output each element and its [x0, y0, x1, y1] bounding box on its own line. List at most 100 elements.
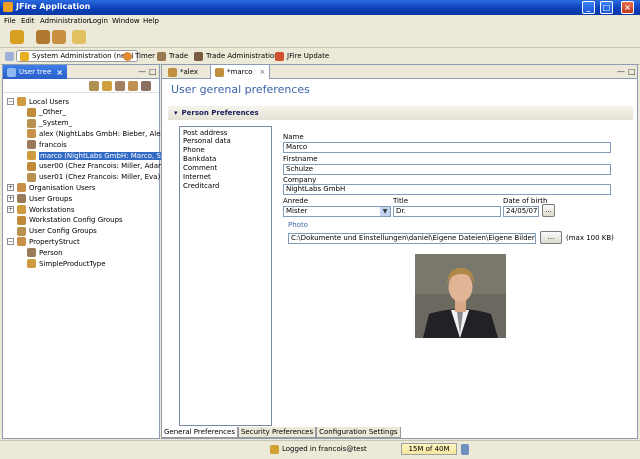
expand-icon[interactable]: +: [7, 206, 14, 213]
category-item[interactable]: Comment: [183, 164, 217, 172]
tree-item[interactable]: − Local Users: [7, 96, 69, 107]
collapse-icon[interactable]: −: [7, 98, 14, 105]
collapse-icon[interactable]: −: [7, 238, 14, 246]
memory-indicator: 15M of 40M: [401, 443, 457, 455]
maximize-view-icon[interactable]: □: [149, 67, 157, 76]
maximize-button[interactable]: □: [600, 1, 613, 14]
config-icon-2[interactable]: [52, 30, 66, 44]
tab-configuration-settings[interactable]: Configuration Settings: [316, 427, 401, 438]
tree-item[interactable]: alex (NightLabs GmbH: Bieber, Alex): [27, 128, 167, 139]
tree-item[interactable]: − PropertyStruct: [7, 236, 80, 247]
tab-alex[interactable]: *alex: [164, 65, 202, 79]
category-item[interactable]: Creditcard: [183, 182, 219, 190]
close-button[interactable]: ×: [621, 1, 634, 14]
tree-item-label: Organisation Users: [29, 183, 96, 192]
dob-picker-button[interactable]: ...: [542, 204, 555, 217]
photo-browse-button[interactable]: ...: [540, 231, 562, 244]
chevron-down-icon[interactable]: ▼: [380, 207, 390, 216]
main-toolbar: [0, 28, 640, 48]
tab-general-preferences[interactable]: General Preferences: [161, 427, 238, 438]
perspective-jfire-update[interactable]: JFire Update: [275, 50, 329, 62]
tree-item[interactable]: + User Groups: [7, 193, 72, 204]
firstname-field[interactable]: Schulze: [283, 164, 611, 175]
user-icon: [27, 161, 36, 171]
expand-icon[interactable]: +: [7, 184, 14, 192]
user-tree-toolbar: [3, 79, 159, 93]
tree-item[interactable]: + Organisation Users: [7, 182, 96, 193]
perspective-timer[interactable]: Timer: [123, 50, 155, 62]
tab-security-preferences[interactable]: Security Preferences: [237, 427, 317, 438]
anrede-select[interactable]: Mister ▼: [283, 206, 391, 217]
tree-item[interactable]: francois: [27, 139, 67, 150]
refresh-icon[interactable]: [72, 30, 86, 44]
photo-label: Photo: [288, 221, 308, 229]
open-perspective-icon[interactable]: [5, 52, 14, 61]
login-lock-icon[interactable]: [10, 30, 24, 44]
photo-size-note: (max 100 KB): [566, 234, 614, 242]
user-icon: [27, 140, 36, 150]
tree-item-label: user01 (Chez Francois: Miller, Eva): [39, 173, 161, 182]
tree-item[interactable]: _System_: [27, 118, 72, 129]
close-icon[interactable]: ×: [56, 68, 63, 77]
dob-field[interactable]: 24/05/07: [503, 206, 539, 217]
perspective-trade[interactable]: Trade: [157, 50, 188, 62]
add-user-icon[interactable]: [89, 81, 99, 91]
title-field[interactable]: Dr.: [393, 206, 501, 217]
add-group-icon[interactable]: [102, 81, 112, 91]
section-person-preferences[interactable]: ▾ Person Preferences: [168, 106, 633, 120]
tree-item[interactable]: Workstation Config Groups: [7, 215, 123, 226]
category-item[interactable]: Post address: [183, 129, 227, 137]
company-field[interactable]: NightLabs GmbH: [283, 184, 611, 195]
name-field[interactable]: Marco: [283, 142, 611, 153]
config-icon-1[interactable]: [36, 30, 50, 44]
refresh-tree-icon[interactable]: [141, 81, 151, 91]
minimize-view-icon[interactable]: —: [138, 67, 146, 76]
tree-item[interactable]: Person: [27, 247, 63, 258]
tree-item[interactable]: marco (NightLabs GmbH: Marco, Schulz: [27, 150, 181, 161]
user-icon: [27, 151, 36, 160]
perspective-system-administration[interactable]: System Administration (new): [16, 50, 138, 62]
tree-item-label: SimpleProductType: [39, 259, 106, 268]
company-label: Company: [283, 176, 317, 184]
photo-path-field[interactable]: C:\Dokumente und Einstellungen\daniel\Ei…: [288, 233, 536, 244]
clock-icon: [123, 51, 132, 61]
menu-help[interactable]: Help: [143, 17, 159, 25]
user-icon: [17, 194, 26, 204]
category-item[interactable]: Bankdata: [183, 155, 216, 163]
remove-icon[interactable]: [128, 81, 138, 91]
user-icon: [17, 226, 26, 236]
category-item[interactable]: Internet: [183, 173, 211, 181]
menu-administration[interactable]: Administration: [40, 17, 91, 25]
tab-marco[interactable]: *marco ×: [210, 65, 271, 79]
window-title: JFire Application: [16, 2, 91, 11]
tree-item[interactable]: user01 (Chez Francois: Miller, Eva): [27, 172, 160, 183]
category-list[interactable]: Post address Personal data Phone Bankdat…: [179, 126, 272, 426]
app-icon: [3, 2, 13, 12]
menu-bar: File Edit Administration Login Window He…: [0, 15, 640, 28]
maximize-view-icon[interactable]: □: [628, 67, 636, 76]
menu-login[interactable]: Login: [89, 17, 108, 25]
menu-window[interactable]: Window: [112, 17, 140, 25]
tree-item[interactable]: SimpleProductType: [27, 258, 106, 269]
tree-item[interactable]: User Config Groups: [7, 226, 97, 237]
perspective-trade-administration[interactable]: Trade Administration: [194, 50, 279, 62]
tree-item[interactable]: + Workstations: [7, 204, 74, 215]
tree-item-label: alex (NightLabs GmbH: Bieber, Alex): [39, 129, 168, 138]
expand-icon[interactable]: +: [7, 195, 14, 203]
category-item[interactable]: Personal data: [183, 137, 231, 145]
edit-icon[interactable]: [115, 81, 125, 91]
close-icon[interactable]: ×: [259, 68, 265, 76]
dob-label: Date of birth: [503, 197, 548, 205]
trash-icon[interactable]: [461, 444, 469, 455]
tree-item[interactable]: user00 (Chez Francois: Miller, Adam): [27, 161, 168, 172]
menu-file[interactable]: File: [4, 17, 16, 25]
tree-item[interactable]: _Other_: [27, 107, 66, 118]
tree-item-label: User Config Groups: [29, 227, 97, 236]
minimize-view-icon[interactable]: —: [617, 67, 625, 76]
category-item[interactable]: Phone: [183, 146, 205, 154]
user-icon: [27, 172, 36, 182]
tab-user-tree[interactable]: User tree ×: [3, 65, 67, 79]
menu-edit[interactable]: Edit: [21, 17, 35, 25]
user-editor: *alex *marco × — □ User gerenal preferen…: [161, 64, 638, 439]
minimize-button[interactable]: _: [582, 1, 595, 14]
